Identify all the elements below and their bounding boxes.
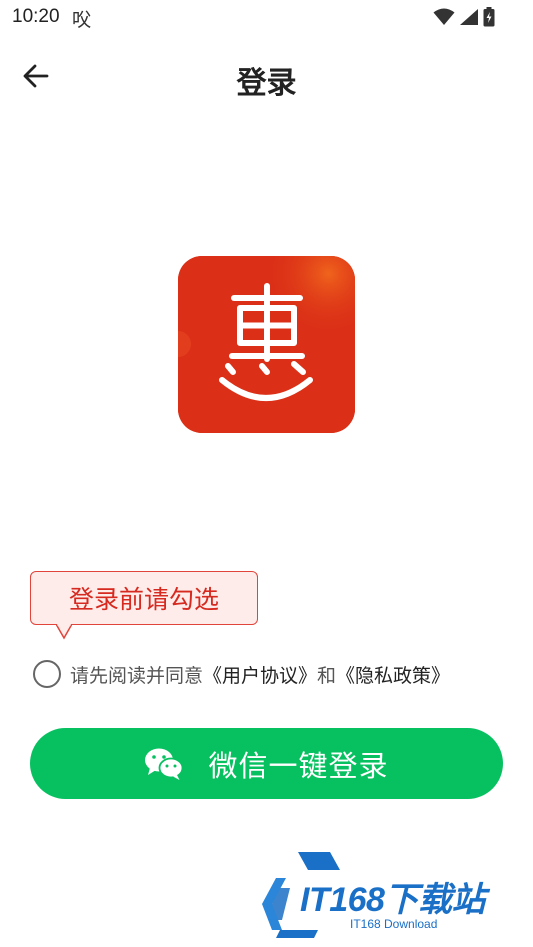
- hui-smile-logo: [178, 256, 355, 433]
- watermark: IT168下载站 IT168 Download: [258, 848, 528, 940]
- agreement-tooltip: 登录前请勾选: [30, 571, 258, 625]
- cell-signal-icon: [460, 9, 478, 25]
- agreement-conjunction: 和: [317, 664, 337, 687]
- page-title: 登录: [236, 66, 297, 101]
- wechat-login-label: 微信一键登录: [208, 748, 389, 783]
- watermark-text: IT168下载站: [300, 881, 485, 919]
- battery-charging-icon: [483, 7, 495, 27]
- nav-bar: 登录: [0, 48, 533, 108]
- wechat-icon: [145, 748, 184, 780]
- tooltip-arrow: [56, 624, 72, 640]
- status-time: 10:20: [12, 6, 60, 27]
- status-notification-icon: 㕮: [72, 9, 92, 31]
- user-agreement-link[interactable]: 《用户协议》: [203, 661, 317, 688]
- wechat-login-button[interactable]: 微信一键登录: [30, 728, 503, 799]
- agreement-checkbox[interactable]: [33, 660, 61, 688]
- agreement-prefix: 请先阅读并同意: [70, 664, 204, 687]
- watermark-subtext: IT168 Download: [350, 917, 438, 931]
- wifi-icon: [433, 8, 455, 25]
- status-bar: 10:20 㕮: [0, 0, 533, 36]
- agreement-row: 请先阅读并同意 《用户协议》 和 《隐私政策》: [33, 658, 450, 690]
- app-logo: [178, 256, 355, 433]
- privacy-policy-link[interactable]: 《隐私政策》: [336, 661, 450, 688]
- status-icons: [433, 7, 495, 27]
